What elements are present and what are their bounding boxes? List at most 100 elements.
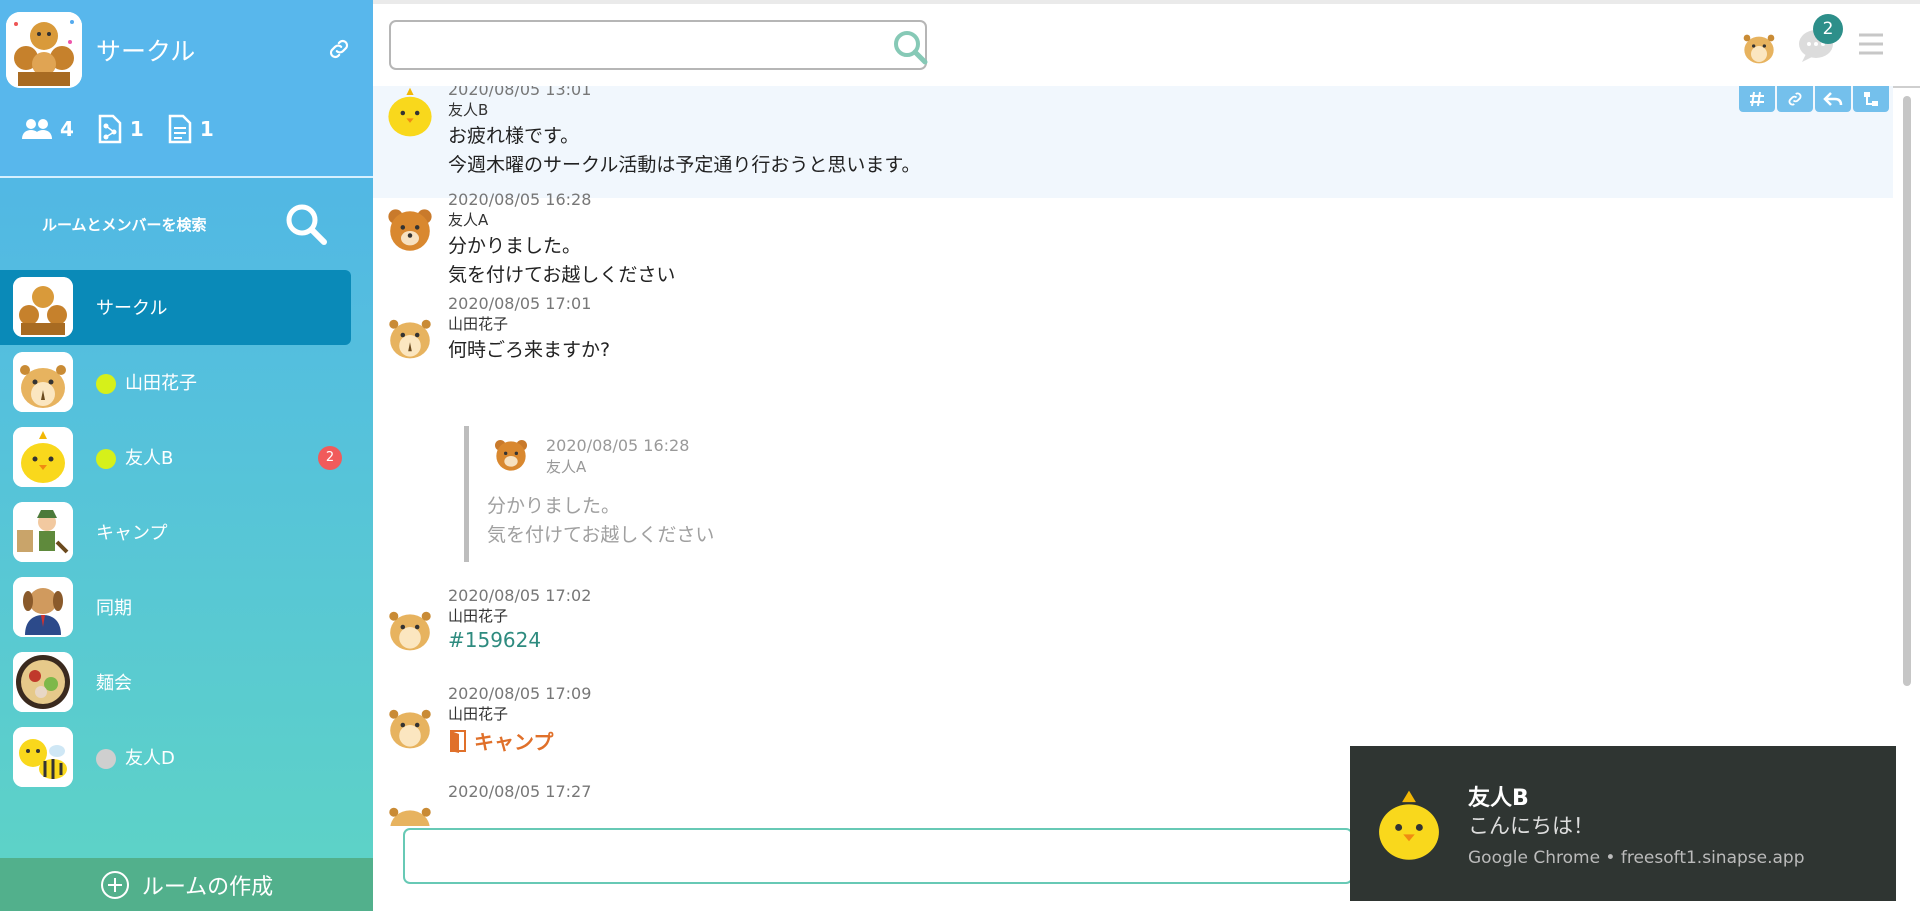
message-time: 2020/08/05 16:28 <box>448 190 592 209</box>
room-list: サークル 山田花子 友人B 2 キャンプ 同期 麺会 友人D <box>0 270 373 795</box>
quoted-message[interactable]: 2020/08/05 16:28 友人A 分かりました。 気を付けてお越しくださ… <box>464 426 969 562</box>
message-author: 山田花子 <box>448 315 509 333</box>
thread-action-icon[interactable] <box>1853 86 1889 112</box>
room-item-friend-d[interactable]: 友人D <box>0 720 373 795</box>
feed-scrollbar[interactable] <box>1903 96 1911 686</box>
top-bar: 2 <box>373 4 1920 88</box>
members-icon <box>22 119 52 139</box>
message-time: 2020/08/05 17:01 <box>448 294 592 313</box>
notification-badge: 2 <box>1813 14 1843 44</box>
quote-line: 気を付けてお越しください <box>487 524 715 546</box>
plus-circle-icon <box>100 870 129 899</box>
message-author: 山田花子 <box>448 607 509 625</box>
dog-avatar <box>13 577 73 637</box>
files-count: 1 <box>129 117 144 141</box>
message-line: 今週木曜のサークル活動は予定通り行おうと思います。 <box>448 154 921 176</box>
message-composer[interactable] <box>403 828 1355 886</box>
create-room-button[interactable]: ルームの作成 <box>0 858 373 911</box>
message-item[interactable]: 2020/08/05 17:02 山田花子 #159624 <box>373 586 1893 696</box>
message-time: 2020/08/05 17:27 <box>448 782 592 801</box>
quote-body: 分かりました。 気を付けてお越しください <box>487 492 714 550</box>
online-status-dot <box>96 449 116 469</box>
message-time: 2020/08/05 13:01 <box>448 86 592 99</box>
hamster-avatar <box>383 698 437 752</box>
message-line: お疲れ様です。 <box>448 125 580 147</box>
room-item-doki[interactable]: 同期 <box>0 570 373 645</box>
bee-avatar <box>13 727 73 787</box>
online-status-dot <box>96 374 116 394</box>
desktop-notification[interactable]: 友人B こんにちは！ Google Chrome • freesoft1.sin… <box>1350 746 1896 901</box>
room-item-yamada[interactable]: 山田花子 <box>0 345 373 420</box>
members-count: 4 <box>60 117 74 141</box>
workspace-logo[interactable] <box>6 12 82 88</box>
hamster-avatar <box>383 308 437 362</box>
room-link-label: キャンプ <box>474 730 554 754</box>
bear-avatar <box>491 436 531 476</box>
hamburger-menu-icon[interactable] <box>1857 30 1885 58</box>
notification-sender: 友人B <box>1468 786 1529 811</box>
message-author: 友人A <box>448 211 489 229</box>
hamster-avatar <box>383 796 437 826</box>
door-icon <box>450 729 466 753</box>
room-label: サークル <box>96 298 168 319</box>
create-room-label: ルームの作成 <box>141 874 274 900</box>
message-time: 2020/08/05 17:09 <box>448 684 592 703</box>
members-stat[interactable]: 4 <box>22 117 74 141</box>
message-body: 何時ごろ来ますか? <box>448 336 610 365</box>
chick-avatar <box>383 86 437 140</box>
ramen-avatar <box>13 652 73 712</box>
chick-avatar <box>1374 786 1444 862</box>
message-search-input[interactable] <box>401 30 875 62</box>
message-actions <box>1737 86 1889 112</box>
message-line: 何時ごろ来ますか? <box>448 339 611 361</box>
workspace-title: サークル <box>96 37 196 66</box>
quote-author: 友人A <box>546 458 587 476</box>
hashtag-link[interactable]: #159624 <box>448 628 541 652</box>
camp-avatar <box>13 502 73 562</box>
search-icon[interactable] <box>284 202 328 246</box>
room-item-camp[interactable]: キャンプ <box>0 495 373 570</box>
room-item-menkai[interactable]: 麺会 <box>0 645 373 720</box>
chick-avatar <box>13 427 73 487</box>
offline-status-dot <box>96 749 116 769</box>
hashtag-action-icon[interactable] <box>1739 86 1775 112</box>
message-author: 友人B <box>448 101 489 119</box>
message-line: 気を付けてお越しください <box>448 264 676 286</box>
hamster-avatar <box>13 352 73 412</box>
message-time: 2020/08/05 17:02 <box>448 586 592 605</box>
notification-message: こんにちは！ <box>1468 814 1594 838</box>
message-item[interactable]: 2020/08/05 16:28 友人A 分かりました。 気を付けてお越しくださ… <box>373 190 1893 302</box>
search-icon[interactable] <box>891 28 929 66</box>
docs-count: 1 <box>199 117 214 141</box>
quote-line: 分かりました。 <box>487 495 621 517</box>
message-feed: 2020/08/05 13:01 友人B お疲れ様です。 今週木曜のサークル活動… <box>373 86 1920 826</box>
workspace-stats: 4 1 1 <box>22 114 214 144</box>
document-icon <box>168 114 192 144</box>
link-icon[interactable] <box>326 36 352 62</box>
room-label: 麺会 <box>96 673 132 694</box>
message-search-field[interactable] <box>389 20 929 70</box>
notification-source: Google Chrome • freesoft1.sinapse.app <box>1468 848 1805 868</box>
reply-action-icon[interactable] <box>1815 86 1851 112</box>
sidebar: サークル 4 1 1 ルームとメンバーを検索 サークル 山田花子 友人B 2 キ… <box>0 0 373 911</box>
room-label: 同期 <box>96 598 132 619</box>
room-item-circle[interactable]: サークル <box>0 270 351 345</box>
file-share-icon <box>98 114 122 144</box>
message-input[interactable] <box>405 830 1355 886</box>
quote-time: 2020/08/05 16:28 <box>546 436 690 455</box>
link-action-icon[interactable] <box>1777 86 1813 112</box>
room-link[interactable]: キャンプ <box>448 726 553 755</box>
docs-stat[interactable]: 1 <box>168 114 214 144</box>
message-line: 分かりました。 <box>448 235 582 257</box>
user-avatar[interactable] <box>1739 26 1779 66</box>
room-search-label: ルームとメンバーを検索 <box>42 216 207 234</box>
app-window: サークル 4 1 1 ルームとメンバーを検索 サークル 山田花子 友人B 2 キ… <box>0 0 1920 911</box>
message-author: 山田花子 <box>448 705 509 723</box>
files-stat[interactable]: 1 <box>98 114 144 144</box>
message-item[interactable]: 2020/08/05 13:01 友人B お疲れ様です。 今週木曜のサークル活動… <box>373 86 1893 198</box>
unread-badge: 2 <box>318 446 342 470</box>
room-search[interactable]: ルームとメンバーを検索 <box>0 178 373 270</box>
room-label: 友人D <box>125 748 175 769</box>
room-item-friend-b[interactable]: 友人B 2 <box>0 420 373 495</box>
message-body: 分かりました。 気を付けてお越しください <box>448 232 675 290</box>
